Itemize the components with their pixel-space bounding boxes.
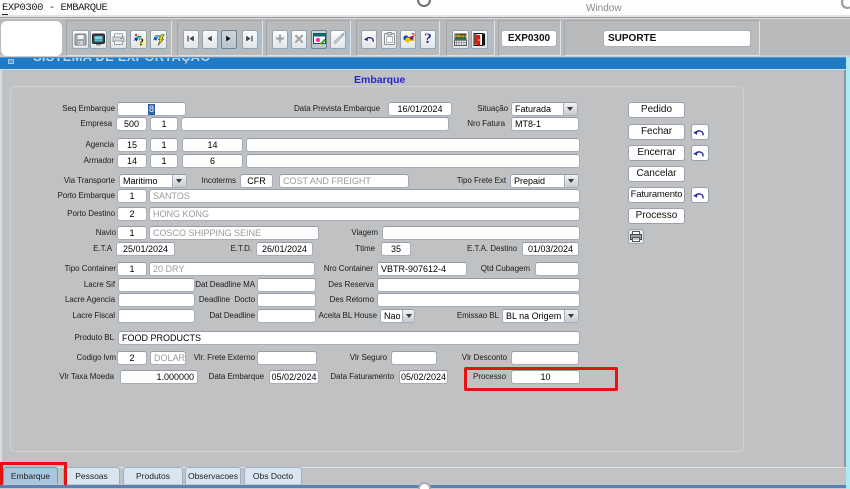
- svg-text:?: ?: [139, 38, 144, 46]
